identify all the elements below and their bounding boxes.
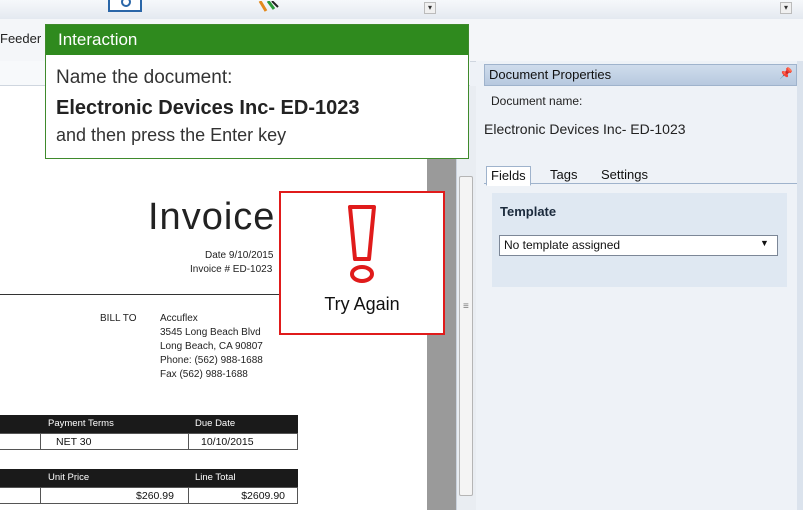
- tab-fields[interactable]: Fields: [486, 166, 531, 186]
- interaction-title: Interaction: [46, 25, 468, 55]
- exclamation-icon: [341, 203, 383, 290]
- invoice-number: Invoice # ED-1023: [190, 264, 273, 275]
- address-line: Accuflex: [160, 313, 198, 324]
- try-again-feedback: Try Again: [279, 191, 445, 335]
- instruction-line: Name the document:: [56, 67, 233, 88]
- unit-price-header: Unit Price: [48, 469, 90, 487]
- due-value: 10/10/2015: [188, 433, 298, 450]
- invoice-date: Date 9/10/2015: [205, 250, 274, 261]
- interaction-dialog: Interaction Name the document: Electroni…: [45, 24, 469, 159]
- pin-icon[interactable]: 📌: [779, 67, 793, 80]
- template-select[interactable]: No template assigned: [499, 235, 778, 256]
- scan-icon[interactable]: [108, 0, 142, 12]
- invoice-title: Invoice: [148, 196, 276, 238]
- tab-tags[interactable]: Tags: [546, 166, 581, 184]
- line-total-header: Line Total: [195, 469, 236, 487]
- toolbar-dropdown-arrow-right[interactable]: ▾: [780, 2, 792, 14]
- table-cell: [0, 433, 41, 450]
- chevron-down-icon[interactable]: ▼: [760, 238, 769, 248]
- address-line: 3545 Long Beach Blvd: [160, 327, 261, 338]
- document-name-label: Document name:: [491, 94, 583, 108]
- grip-icon[interactable]: ≡: [463, 301, 469, 312]
- document-name-field[interactable]: Electronic Devices Inc- ED-1023: [484, 121, 686, 137]
- tab-settings[interactable]: Settings: [597, 166, 652, 184]
- bill-to-label: BILL TO: [100, 313, 137, 324]
- properties-title: Document Properties: [484, 64, 797, 86]
- template-label: Template: [500, 204, 557, 219]
- magic-wand-icon[interactable]: [256, 0, 282, 12]
- panel-edge: [797, 61, 803, 510]
- tab-feeder[interactable]: Feeder: [0, 31, 41, 46]
- unit-price-value: $260.99: [40, 487, 189, 504]
- address-line: Phone: (562) 988-1688: [160, 355, 263, 366]
- table-header: [0, 415, 298, 433]
- toolbar-dropdown-arrow[interactable]: ▾: [424, 2, 436, 14]
- try-again-label: Try Again: [324, 294, 400, 314]
- address-line: Fax (562) 988-1688: [160, 369, 248, 380]
- address-line: Long Beach, CA 90807: [160, 341, 263, 352]
- terms-header: Payment Terms: [48, 415, 114, 433]
- instruction-line: and then press the Enter key: [56, 125, 287, 145]
- table-header: [0, 469, 298, 487]
- table-cell: [0, 487, 41, 504]
- divider: [0, 294, 285, 295]
- due-header: Due Date: [195, 415, 236, 433]
- terms-value: NET 30: [40, 433, 189, 450]
- scrollbar-thumb[interactable]: [459, 176, 473, 496]
- instruction-document-name: Electronic Devices Inc- ED-1023: [56, 97, 360, 119]
- line-total-value: $2609.90: [188, 487, 298, 504]
